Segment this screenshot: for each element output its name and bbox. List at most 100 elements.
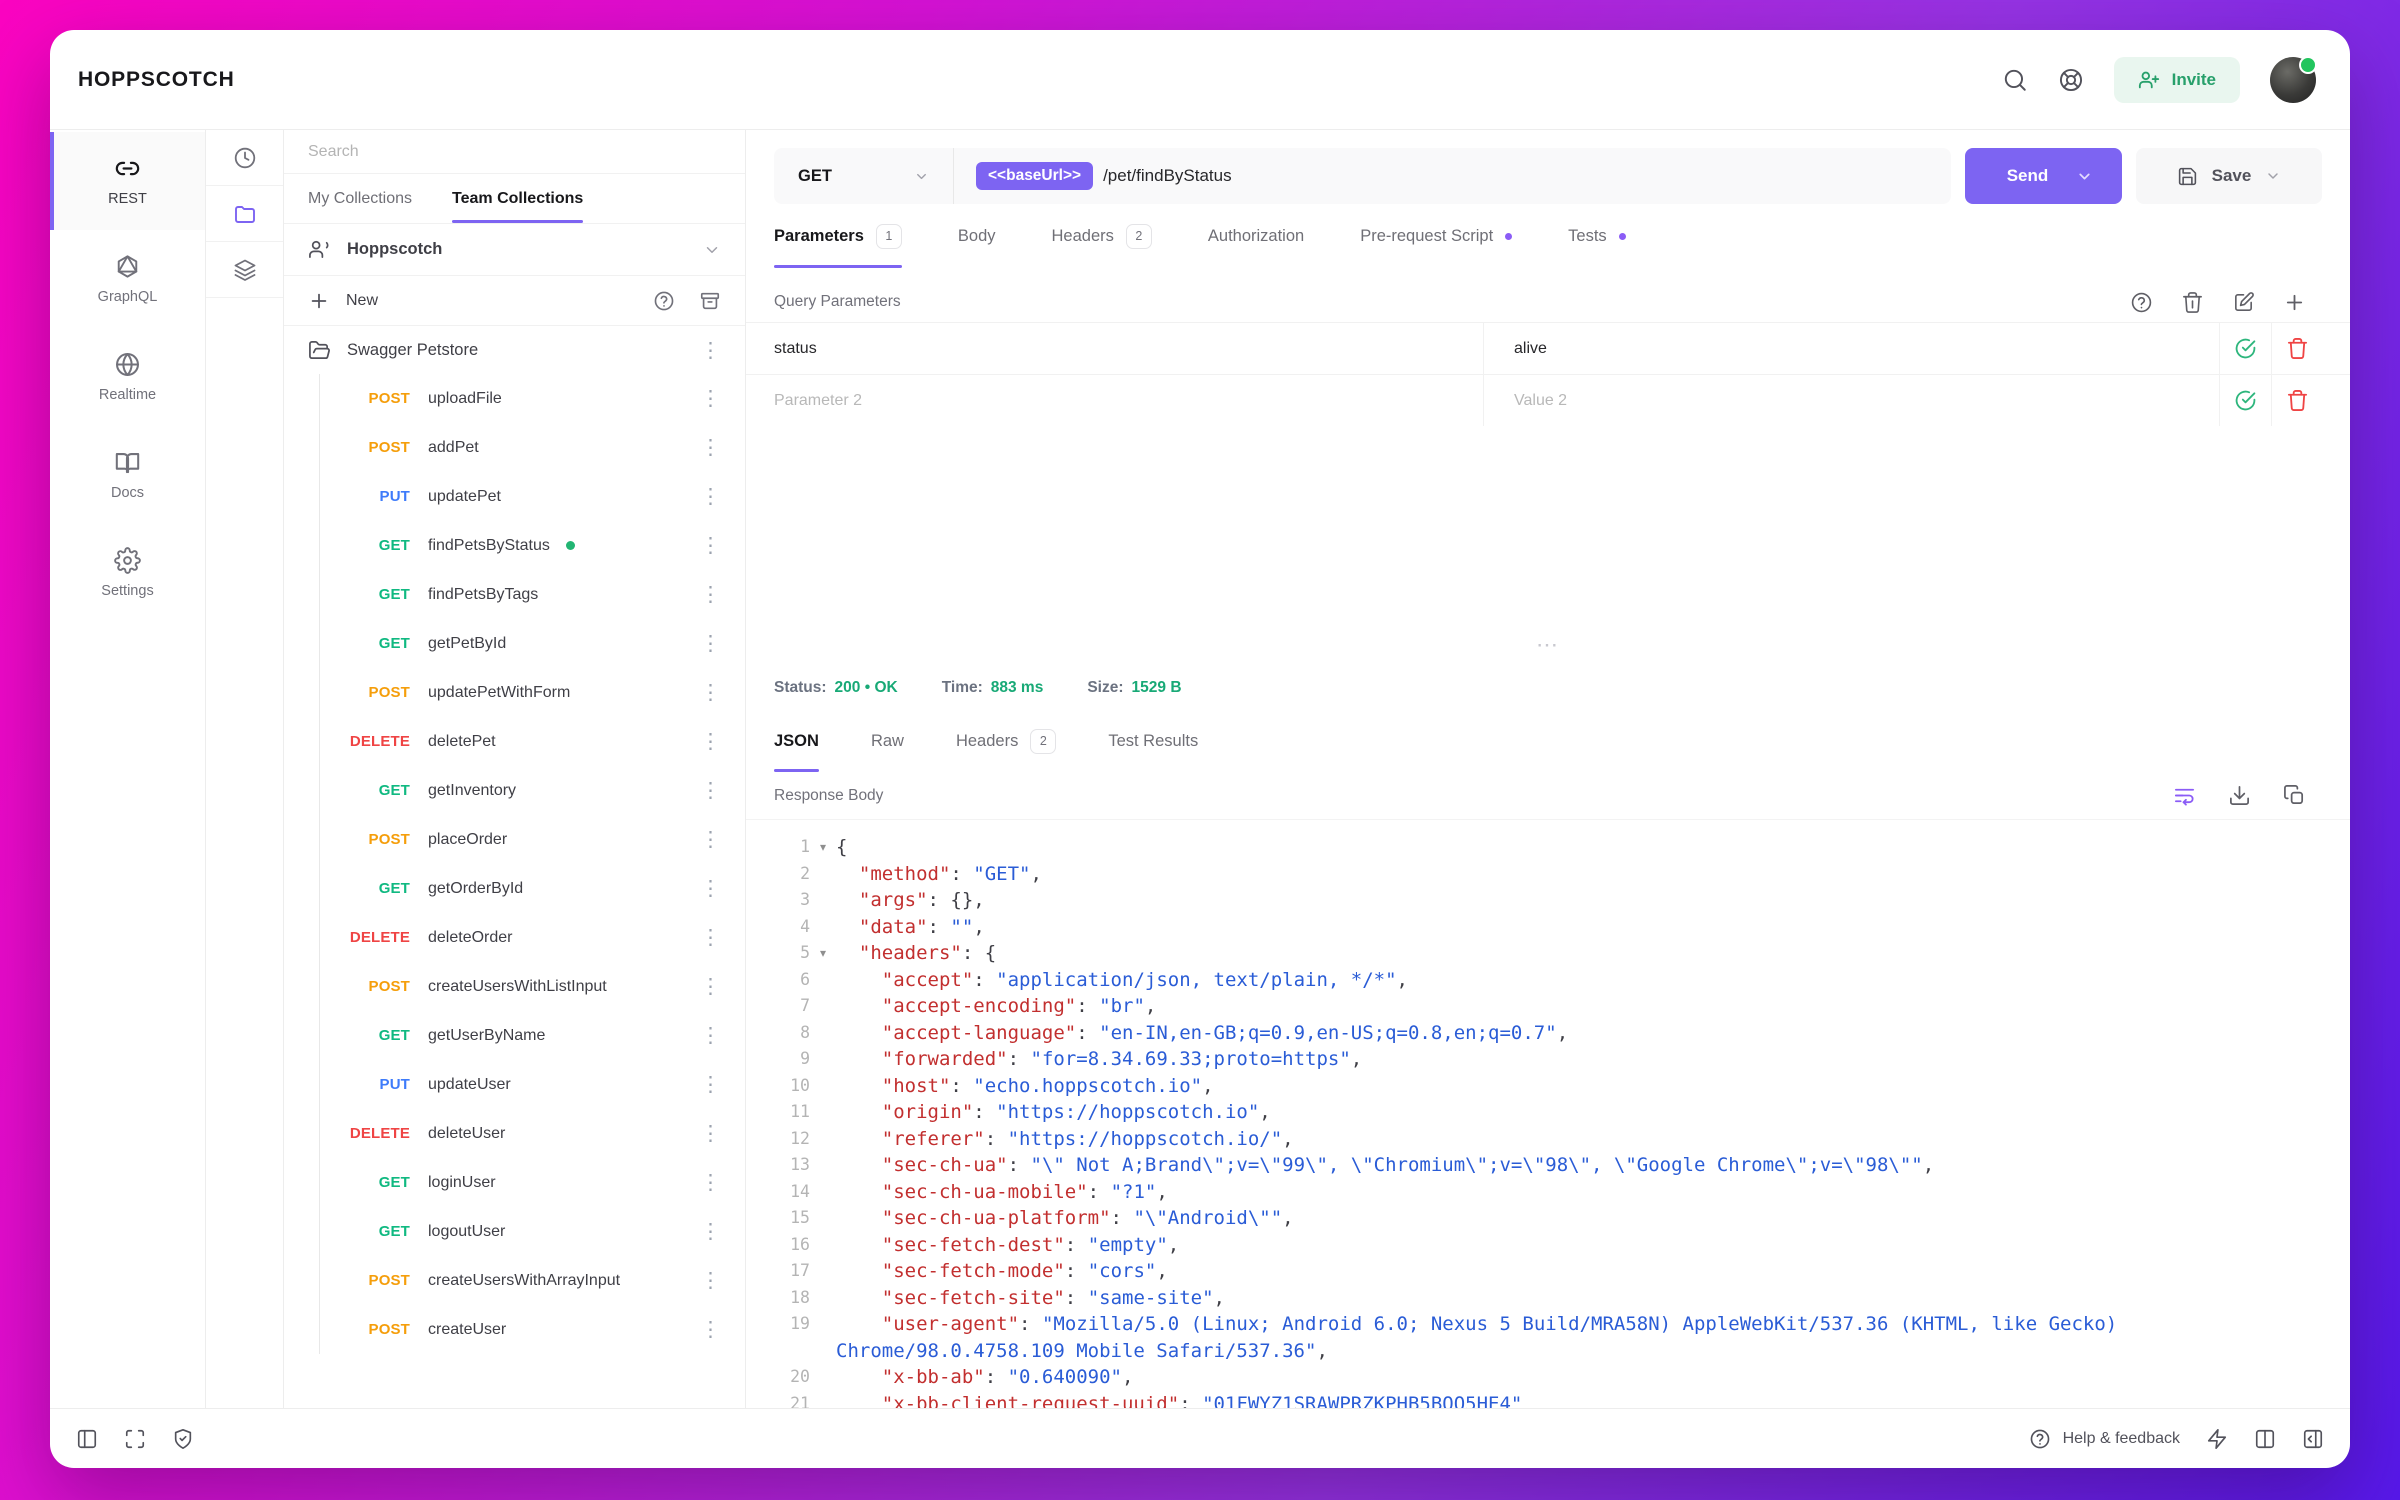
collections-tab[interactable] (206, 186, 283, 242)
save-button[interactable]: Save (2136, 148, 2322, 204)
send-button[interactable]: Send (1965, 148, 2122, 204)
parameter-active-toggle[interactable] (2219, 323, 2271, 374)
zap-icon[interactable] (2206, 1428, 2228, 1450)
request-row[interactable]: POST createUsersWithArrayInput ⋮ (320, 1256, 745, 1305)
kebab-menu-icon[interactable]: ⋮ (698, 927, 723, 948)
request-row[interactable]: GET logoutUser ⋮ (320, 1207, 745, 1256)
kebab-menu-icon[interactable]: ⋮ (698, 1172, 723, 1193)
kebab-menu-icon[interactable]: ⋮ (698, 584, 723, 605)
tab-team-collections[interactable]: Team Collections (452, 174, 584, 223)
kebab-menu-icon[interactable]: ⋮ (698, 535, 723, 556)
kebab-menu-icon[interactable]: ⋮ (698, 1221, 723, 1242)
url-input[interactable]: <<baseUrl>> /pet/findByStatus (954, 162, 1254, 190)
tab-pre-request-script[interactable]: Pre-request Script (1360, 204, 1513, 268)
sidebar-item-rest[interactable]: REST (50, 132, 205, 230)
team-selector[interactable]: Hoppscotch (284, 224, 745, 276)
request-row[interactable]: POST createUsersWithListInput ⋮ (320, 962, 745, 1011)
response-tab-test-results[interactable]: Test Results (1108, 710, 1198, 772)
fold-arrow-icon[interactable]: ▾ (810, 834, 836, 861)
kebab-menu-icon[interactable]: ⋮ (698, 486, 723, 507)
tab-headers[interactable]: Headers 2 (1052, 204, 1152, 268)
parameter-value-field[interactable]: alive (1483, 323, 2219, 374)
parameter-key-field[interactable]: status (746, 323, 1483, 374)
history-tab[interactable] (206, 130, 283, 186)
kebab-menu-icon[interactable]: ⋮ (698, 1025, 723, 1046)
request-row[interactable]: GET getUserByName ⋮ (320, 1011, 745, 1060)
kebab-menu-icon[interactable]: ⋮ (698, 878, 723, 899)
parameter-delete-button[interactable] (2271, 375, 2323, 426)
delete-all-icon[interactable] (2181, 291, 2204, 314)
request-row[interactable]: PUT updatePet ⋮ (320, 472, 745, 521)
request-row[interactable]: PUT updateUser ⋮ (320, 1060, 745, 1109)
method-select[interactable]: GET (774, 148, 954, 204)
request-row[interactable]: POST placeOrder ⋮ (320, 815, 745, 864)
archive-icon[interactable] (699, 290, 721, 312)
kebab-menu-icon[interactable]: ⋮ (698, 976, 723, 997)
kebab-menu-icon[interactable]: ⋮ (698, 437, 723, 458)
fold-arrow-icon[interactable]: ▾ (810, 940, 836, 967)
sidebar-item-settings[interactable]: Settings (50, 524, 205, 622)
new-collection-button[interactable]: New (346, 292, 378, 310)
kebab-menu-icon[interactable]: ⋮ (698, 1123, 723, 1144)
wrap-lines-icon[interactable] (2173, 784, 2196, 807)
splitter-handle[interactable]: ⋯ (1536, 632, 1560, 658)
parameter-value-field[interactable]: Value 2 (1483, 375, 2219, 426)
request-row[interactable]: GET loginUser ⋮ (320, 1158, 745, 1207)
request-row[interactable]: POST uploadFile ⋮ (320, 374, 745, 423)
request-row[interactable]: DELETE deleteOrder ⋮ (320, 913, 745, 962)
expand-icon[interactable] (124, 1428, 146, 1450)
request-row[interactable]: GET getPetById ⋮ (320, 619, 745, 668)
request-row[interactable]: GET getOrderById ⋮ (320, 864, 745, 913)
user-avatar[interactable] (2270, 55, 2317, 103)
columns-icon[interactable] (2254, 1428, 2276, 1450)
help-circle-icon[interactable] (653, 290, 675, 312)
collections-search-input[interactable] (308, 142, 721, 161)
collection-folder[interactable]: Swagger Petstore ⋮ (284, 326, 745, 374)
chevron-down-icon[interactable] (2265, 168, 2281, 184)
response-body-viewer[interactable]: 1 ▾{2 "method": "GET", 3 "args": {}, 4 "dat… (746, 820, 2350, 1408)
kebab-menu-icon[interactable]: ⋮ (698, 829, 723, 850)
add-parameter-icon[interactable] (2283, 291, 2306, 314)
tab-tests[interactable]: Tests (1568, 204, 1626, 268)
chevron-down-icon[interactable] (2076, 168, 2122, 185)
request-row[interactable]: POST createUser ⋮ (320, 1305, 745, 1354)
response-tab-raw[interactable]: Raw (871, 710, 904, 772)
kebab-menu-icon[interactable]: ⋮ (698, 780, 723, 801)
tab-parameters[interactable]: Parameters 1 (774, 204, 902, 268)
download-icon[interactable] (2228, 784, 2251, 807)
response-tab-headers[interactable]: Headers 2 (956, 710, 1057, 772)
kebab-menu-icon[interactable]: ⋮ (698, 388, 723, 409)
sidebar-item-docs[interactable]: Docs (50, 426, 205, 524)
support-button[interactable] (2058, 67, 2084, 93)
environments-tab[interactable] (206, 242, 283, 298)
panel-left-toggle-icon[interactable] (76, 1428, 98, 1450)
kebab-menu-icon[interactable]: ⋮ (698, 1319, 723, 1340)
kebab-menu-icon[interactable]: ⋮ (698, 1270, 723, 1291)
sidebar-item-realtime[interactable]: Realtime (50, 328, 205, 426)
global-search-button[interactable] (2002, 67, 2028, 93)
panel-right-toggle-icon[interactable] (2302, 1428, 2324, 1450)
kebab-menu-icon[interactable]: ⋮ (698, 682, 723, 703)
copy-icon[interactable] (2283, 784, 2306, 807)
shield-check-icon[interactable] (172, 1428, 194, 1450)
help-circle-icon[interactable] (2130, 291, 2153, 314)
tab-my-collections[interactable]: My Collections (308, 174, 412, 223)
request-row[interactable]: GET findPetsByTags ⋮ (320, 570, 745, 619)
kebab-menu-icon[interactable]: ⋮ (698, 340, 723, 361)
invite-button[interactable]: Invite (2113, 56, 2240, 103)
help-feedback-button[interactable]: Help & feedback (2029, 1428, 2180, 1450)
tab-authorization[interactable]: Authorization (1208, 204, 1304, 268)
request-row[interactable]: POST updatePetWithForm ⋮ (320, 668, 745, 717)
kebab-menu-icon[interactable]: ⋮ (698, 633, 723, 654)
request-row[interactable]: GET getInventory ⋮ (320, 766, 745, 815)
parameter-key-field[interactable]: Parameter 2 (746, 375, 1483, 426)
response-tab-json[interactable]: JSON (774, 710, 819, 772)
request-row[interactable]: GET findPetsByStatus ⋮ (320, 521, 745, 570)
parameter-active-toggle[interactable] (2219, 375, 2271, 426)
request-row[interactable]: DELETE deleteUser ⋮ (320, 1109, 745, 1158)
parameter-delete-button[interactable] (2271, 323, 2323, 374)
collection-folder-clipped[interactable]: ⋮ (284, 1394, 745, 1409)
kebab-menu-icon[interactable]: ⋮ (698, 1074, 723, 1095)
tab-body[interactable]: Body (958, 204, 996, 268)
request-row[interactable]: POST addPet ⋮ (320, 423, 745, 472)
